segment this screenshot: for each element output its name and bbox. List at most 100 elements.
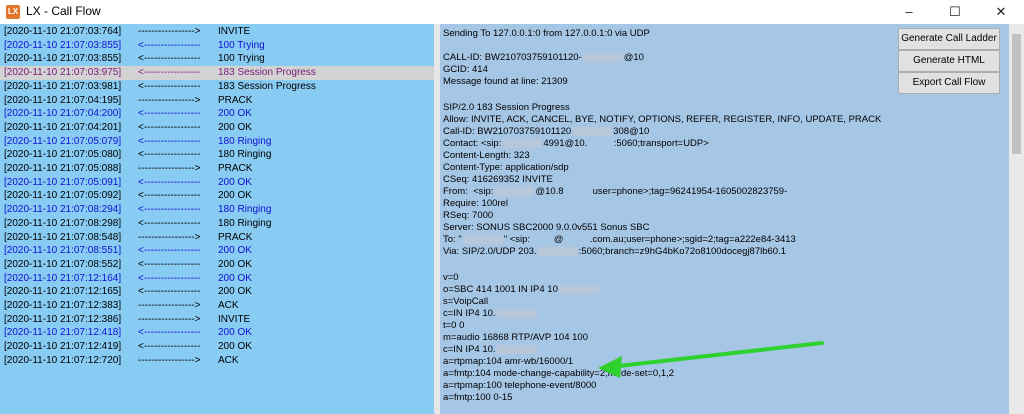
row-timestamp: [2020-11-10 21:07:12:164] bbox=[4, 272, 122, 284]
maximize-button[interactable]: ☐ bbox=[932, 0, 978, 24]
list-item[interactable]: [2020-11-10 21:07:08:294] <--------------… bbox=[0, 203, 434, 217]
row-message: 180 Ringing bbox=[218, 149, 272, 161]
detail-text: c=IN IP4 10. bbox=[443, 308, 496, 319]
detail-text: CALL-ID: BW210703759101120- bbox=[443, 52, 582, 63]
row-timestamp: [2020-11-10 21:07:03:855] bbox=[4, 39, 122, 51]
export-call-flow-button[interactable]: Export Call Flow bbox=[898, 72, 1000, 94]
list-item[interactable]: [2020-11-10 21:07:08:551] <--------------… bbox=[0, 244, 434, 258]
list-item[interactable]: [2020-11-10 21:07:12:164] <--------------… bbox=[0, 272, 434, 286]
row-direction-arrow: <----------------- bbox=[138, 121, 201, 133]
detail-text: From: <sip: bbox=[443, 186, 494, 197]
detail-text: Allow: INVITE, ACK, CANCEL, BYE, NOTIFY,… bbox=[443, 114, 882, 125]
list-item[interactable]: [2020-11-10 21:07:03:981] <--------------… bbox=[0, 80, 434, 94]
list-item[interactable]: [2020-11-10 21:07:03:764] ---------------… bbox=[0, 25, 434, 39]
list-item[interactable]: [2020-11-10 21:07:12:165] <--------------… bbox=[0, 285, 434, 299]
detail-scroll-thumb[interactable] bbox=[1012, 34, 1021, 154]
row-timestamp: [2020-11-10 21:07:12:386] bbox=[4, 313, 122, 325]
row-direction-arrow: <----------------- bbox=[138, 176, 201, 188]
list-item[interactable]: [2020-11-10 21:07:08:552] <--------------… bbox=[0, 258, 434, 272]
detail-text: a=fmtp:100 0-15 bbox=[443, 392, 513, 403]
row-timestamp: [2020-11-10 21:07:05:088] bbox=[4, 163, 122, 174]
list-item[interactable]: [2020-11-10 21:07:05:088] ---------------… bbox=[0, 162, 434, 176]
detail-line: From: <sip: @10.8 user=phone>;tag=9624195… bbox=[443, 186, 787, 198]
row-message: INVITE bbox=[218, 313, 251, 325]
row-timestamp: [2020-11-10 21:07:12:419] bbox=[4, 341, 122, 353]
row-direction-arrow: <----------------- bbox=[138, 80, 201, 92]
detail-line: CSeq: 416269352 INVITE bbox=[443, 174, 553, 186]
detail-line: RSeq: 7000 bbox=[443, 210, 493, 222]
detail-text-tail: 308@10 bbox=[613, 126, 650, 137]
row-message: 180 Ringing bbox=[218, 204, 272, 216]
row-message: PRACK bbox=[218, 94, 253, 106]
list-item[interactable]: [2020-11-10 21:07:08:548] ---------------… bbox=[0, 231, 434, 245]
detail-line: To: " " <sip: @ .com.au;user=phone>;sgid=… bbox=[443, 234, 796, 246]
row-timestamp: [2020-11-10 21:07:08:298] bbox=[4, 217, 122, 229]
row-message: 200 OK bbox=[218, 341, 252, 353]
list-item[interactable]: [2020-11-10 21:07:05:080] <--------------… bbox=[0, 148, 434, 162]
generate-call-ladder-button[interactable]: Generate Call Ladder bbox=[898, 28, 1000, 50]
call-flow-list[interactable]: [2020-11-10 21:07:03:764] ---------------… bbox=[0, 24, 437, 414]
row-direction-arrow: -----------------> bbox=[138, 300, 201, 311]
detail-line: m=audio 16868 RTP/AVP 104 100 bbox=[443, 332, 588, 344]
detail-text: SIP/2.0 183 Session Progress bbox=[443, 102, 570, 113]
row-message: 200 OK bbox=[218, 286, 252, 298]
detail-text: o=SBC 414 1001 IN IP4 10 bbox=[443, 284, 558, 295]
row-timestamp: [2020-11-10 21:07:05:092] bbox=[4, 190, 122, 202]
detail-text-tail: 4991@10. :5060;transport=UDP> bbox=[543, 138, 709, 149]
list-item[interactable]: [2020-11-10 21:07:12:383] ---------------… bbox=[0, 299, 434, 313]
row-timestamp: [2020-11-10 21:07:12:418] bbox=[4, 327, 122, 339]
detail-line: Content-Type: application/sdp bbox=[443, 162, 569, 174]
row-message: 180 Ringing bbox=[218, 135, 272, 147]
list-item[interactable]: [2020-11-10 21:07:04:195] ---------------… bbox=[0, 94, 434, 108]
row-direction-arrow: -----------------> bbox=[138, 354, 201, 366]
message-detail-pane[interactable]: Generate Call Ladder Generate HTML Expor… bbox=[440, 24, 1024, 414]
row-message: ACK bbox=[218, 300, 239, 311]
list-item[interactable]: [2020-11-10 21:07:12:386] ---------------… bbox=[0, 313, 434, 327]
detail-line: c=IN IP4 10. bbox=[443, 344, 538, 356]
row-direction-arrow: <----------------- bbox=[138, 53, 201, 65]
row-message: 183 Session Progress bbox=[218, 67, 316, 79]
list-item[interactable]: [2020-11-10 21:07:05:092] <--------------… bbox=[0, 189, 434, 203]
list-item[interactable]: [2020-11-10 21:07:04:200] <--------------… bbox=[0, 107, 434, 121]
row-message: 180 Ringing bbox=[218, 217, 272, 229]
detail-text: Contact: <sip: bbox=[443, 138, 502, 149]
list-item[interactable]: [2020-11-10 21:07:12:419] <--------------… bbox=[0, 340, 434, 354]
row-timestamp: [2020-11-10 21:07:12:165] bbox=[4, 286, 122, 298]
list-item[interactable]: [2020-11-10 21:07:04:201] <--------------… bbox=[0, 121, 434, 135]
detail-text-tail: :5060;branch=z9hG4bKo72o8100docegj87lb60… bbox=[578, 246, 786, 257]
list-item[interactable]: [2020-11-10 21:07:03:975] <--------------… bbox=[0, 66, 434, 80]
list-item[interactable]: [2020-11-10 21:07:05:091] <--------------… bbox=[0, 176, 434, 190]
detail-line: o=SBC 414 1001 IN IP4 10 bbox=[443, 284, 600, 296]
row-timestamp: [2020-11-10 21:07:08:552] bbox=[4, 258, 122, 270]
row-direction-arrow: <----------------- bbox=[138, 272, 201, 284]
list-item[interactable]: [2020-11-10 21:07:03:855] <--------------… bbox=[0, 52, 434, 66]
row-message: PRACK bbox=[218, 231, 253, 243]
row-message: 200 OK bbox=[218, 327, 252, 339]
redacted-block bbox=[496, 308, 537, 318]
row-message: 100 Trying bbox=[218, 39, 265, 51]
close-button[interactable]: ✕ bbox=[978, 0, 1024, 24]
row-timestamp: [2020-11-10 21:07:08:551] bbox=[4, 245, 122, 257]
row-direction-arrow: <----------------- bbox=[138, 190, 201, 202]
detail-text: Message found at line: 21309 bbox=[443, 76, 568, 87]
detail-line: Call-ID: BW210703759101120 308@10 bbox=[443, 126, 649, 138]
detail-line: s=VoipCall bbox=[443, 296, 488, 308]
redacted-block bbox=[496, 344, 537, 354]
minimize-button[interactable]: – bbox=[886, 0, 932, 24]
detail-text: Server: SONUS SBC2000 9.0.0v551 Sonus SB… bbox=[443, 222, 650, 233]
list-item[interactable]: [2020-11-10 21:07:08:298] <--------------… bbox=[0, 217, 434, 231]
detail-text: m=audio 16868 RTP/AVP 104 100 bbox=[443, 332, 588, 343]
row-timestamp: [2020-11-10 21:07:05:079] bbox=[4, 135, 122, 147]
list-item[interactable]: [2020-11-10 21:07:05:079] <--------------… bbox=[0, 135, 434, 149]
redacted-block bbox=[494, 186, 535, 196]
title-bar: LX LX - Call Flow – ☐ ✕ bbox=[0, 0, 1024, 25]
generate-html-button[interactable]: Generate HTML bbox=[898, 50, 1000, 72]
row-direction-arrow: <----------------- bbox=[138, 217, 201, 229]
row-timestamp: [2020-11-10 21:07:12:383] bbox=[4, 300, 122, 311]
list-item[interactable]: [2020-11-10 21:07:12:418] <--------------… bbox=[0, 326, 434, 340]
list-item[interactable]: [2020-11-10 21:07:03:855] <--------------… bbox=[0, 39, 434, 53]
detail-text-tail: @10 bbox=[623, 52, 644, 63]
row-message: 200 OK bbox=[218, 245, 252, 257]
row-timestamp: [2020-11-10 21:07:03:981] bbox=[4, 80, 122, 92]
list-item[interactable]: [2020-11-10 21:07:12:720] ---------------… bbox=[0, 354, 434, 368]
